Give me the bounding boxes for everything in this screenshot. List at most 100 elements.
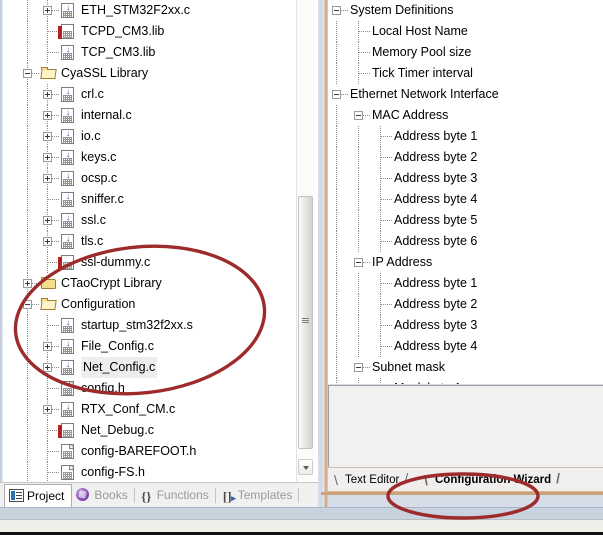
tree-guide-line	[27, 168, 28, 189]
tree-item[interactable]: ↓ File_Config.c	[3, 336, 295, 357]
tree-guide-line	[48, 325, 60, 326]
tree-guide-line	[48, 52, 60, 53]
tree-guide-line	[381, 157, 392, 158]
collapse-icon[interactable]	[332, 90, 341, 99]
config-tree-item-label: Address byte 2	[394, 150, 478, 164]
config-tree-item[interactable]: Address byte 1	[328, 126, 603, 147]
project-tab-books[interactable]: Books	[72, 484, 135, 507]
config-tree-item[interactable]: Mask byte 1	[328, 378, 603, 384]
tree-item[interactable]: ↓ sniffer.c	[3, 189, 295, 210]
file-lines-icon	[63, 388, 72, 395]
tree-guide-line	[27, 399, 28, 420]
config-tree-item[interactable]: Address byte 4	[328, 189, 603, 210]
tree-item[interactable]: ↓ io.c	[3, 126, 295, 147]
editor-tab-configuration-wizard[interactable]: \ Configuration Wizard /	[424, 471, 560, 490]
editor-frame-bottom	[321, 492, 603, 495]
tree-item[interactable]: ↓ startup_stm32f2xx.s	[3, 315, 295, 336]
tree-guide-line	[27, 378, 28, 399]
expand-icon[interactable]	[43, 237, 52, 246]
red-marker-icon	[58, 425, 62, 438]
tree-item[interactable]: ↓ ssl.c	[3, 210, 295, 231]
tree-item[interactable]: ↓ TCP_CM3.lib	[3, 42, 295, 63]
expand-icon[interactable]	[43, 174, 52, 183]
tree-item[interactable]: CyaSSL Library	[3, 63, 295, 84]
tree-guide-line	[336, 315, 337, 336]
configuration-wizard-tree[interactable]: System Definitions Local Host Name Memory …	[328, 0, 603, 384]
tree-item[interactable]: TCPD_CM3.lib	[3, 21, 295, 42]
tree-guide-line	[381, 241, 392, 242]
config-tree-item[interactable]: Address byte 2	[328, 147, 603, 168]
project-tab-templates[interactable]: [] ▸ Templates	[216, 484, 300, 507]
tree-item-label: ssl-dummy.c	[81, 255, 151, 269]
expand-icon[interactable]	[23, 279, 32, 288]
config-tree-item[interactable]: MAC Address	[328, 105, 603, 126]
config-tree-item[interactable]: Address byte 6	[328, 231, 603, 252]
tree-item-label: keys.c	[81, 150, 117, 164]
config-tree-item[interactable]: Address byte 3	[328, 315, 603, 336]
expand-icon[interactable]	[43, 153, 52, 162]
expand-icon[interactable]	[43, 111, 52, 120]
config-tree-item[interactable]: Address byte 3	[328, 168, 603, 189]
scrollbar-down-button[interactable]	[298, 459, 313, 475]
file-lines-icon	[63, 472, 72, 479]
library-file-icon	[58, 24, 74, 39]
expand-icon[interactable]	[43, 132, 52, 141]
project-tab-project[interactable]: Project	[4, 484, 73, 507]
expand-icon[interactable]	[43, 363, 52, 372]
collapse-icon[interactable]	[332, 6, 341, 15]
editor-tab-text-editor[interactable]: \ Text Editor /	[334, 471, 408, 490]
config-tree-item[interactable]: IP Address	[328, 252, 603, 273]
collapse-icon[interactable]	[354, 258, 363, 267]
tree-item[interactable]: CTaoCrypt Library	[3, 273, 295, 294]
tree-item[interactable]: ↓ RTX_Conf_CM.c	[3, 399, 295, 420]
tree-item[interactable]: config-FS.h	[3, 462, 295, 482]
tree-guide-line	[336, 273, 337, 294]
config-tree-item[interactable]: Local Host Name	[328, 21, 603, 42]
config-tree-item[interactable]: Address byte 1	[328, 273, 603, 294]
tree-item-label: File_Config.c	[81, 339, 154, 353]
tree-item[interactable]: ssl-dummy.c	[3, 252, 295, 273]
project-tab-functions[interactable]: {} Functions	[135, 484, 216, 507]
config-tree-item[interactable]: Address byte 5	[328, 210, 603, 231]
tree-item-label: CyaSSL Library	[61, 66, 149, 80]
project-tree[interactable]: ↓ ETH_STM32F2xx.c TCPD_CM3.lib ↓ TCP_CM3.lib…	[3, 0, 295, 482]
expand-icon[interactable]	[43, 216, 52, 225]
expand-icon[interactable]	[43, 405, 52, 414]
config-tree-item[interactable]: Address byte 2	[328, 294, 603, 315]
config-tree-item[interactable]: Subnet mask	[328, 357, 603, 378]
tree-item[interactable]: Net_Debug.c	[3, 420, 295, 441]
collapse-icon[interactable]	[354, 363, 363, 372]
tree-item[interactable]: ↓ Net_Config.c	[3, 357, 295, 378]
config-tree-item[interactable]: Memory Pool size	[328, 42, 603, 63]
collapse-icon[interactable]	[23, 300, 32, 309]
expand-icon[interactable]	[43, 6, 52, 15]
config-tree-item[interactable]: Tick Timer interval	[328, 63, 603, 84]
tree-item[interactable]: ↓ ETH_STM32F2xx.c	[3, 0, 295, 21]
tree-item[interactable]: config.h	[3, 378, 295, 399]
expand-icon[interactable]	[43, 342, 52, 351]
source-file-icon: ↓	[61, 402, 74, 417]
editor-lower-blank-panel	[328, 385, 603, 468]
file-lines-icon	[63, 410, 72, 416]
tree-item[interactable]: Configuration	[3, 294, 295, 315]
collapse-icon[interactable]	[23, 69, 32, 78]
tree-guide-line	[336, 168, 337, 189]
tree-item[interactable]: ↓ tls.c	[3, 231, 295, 252]
tree-item-label: internal.c	[81, 108, 132, 122]
tree-item[interactable]: config-BAREFOOT.h	[3, 441, 295, 462]
expand-icon[interactable]	[43, 90, 52, 99]
config-tree-item[interactable]: Address byte 4	[328, 336, 603, 357]
tree-item[interactable]: ↓ ocsp.c	[3, 168, 295, 189]
file-lines-icon	[63, 95, 72, 101]
collapse-icon[interactable]	[354, 111, 363, 120]
source-file-icon: ↓	[61, 234, 74, 249]
config-tree-item[interactable]: System Definitions	[328, 0, 603, 21]
tree-item[interactable]: ↓ keys.c	[3, 147, 295, 168]
source-file-icon: ↓	[61, 360, 74, 375]
tree-item[interactable]: ↓ crl.c	[3, 84, 295, 105]
project-tree-scrollbar[interactable]	[296, 0, 314, 482]
config-tree-item[interactable]: Ethernet Network Interface	[328, 84, 603, 105]
braces-icon: {}	[141, 489, 152, 504]
red-marker-icon	[58, 26, 62, 39]
tree-item[interactable]: ↓ internal.c	[3, 105, 295, 126]
